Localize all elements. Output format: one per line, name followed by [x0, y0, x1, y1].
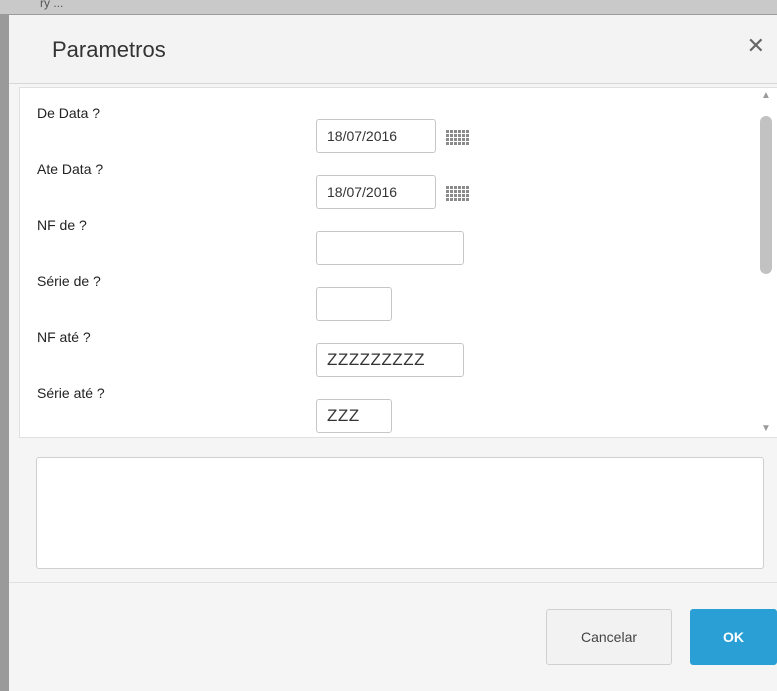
- field-label: De Data ?: [37, 105, 101, 121]
- field-label: NF até ?: [37, 329, 91, 345]
- background-app-strip: ry ...: [0, 0, 777, 14]
- field-label: Ate Data ?: [37, 161, 104, 177]
- help-text-area[interactable]: [36, 457, 764, 569]
- dialog-title: Parametros: [52, 37, 166, 62]
- form-row-serie-ate: Série até ? ZZZ: [20, 385, 755, 437]
- parameters-dialog: Parametros ✕ De Data ? 18/07/2016 Ate Da…: [9, 15, 777, 691]
- nf-ate-input[interactable]: ZZZZZZZZZ: [316, 343, 464, 377]
- parameters-form-panel: De Data ? 18/07/2016 Ate Data ? 18/07/20…: [19, 87, 777, 438]
- serie-ate-input[interactable]: ZZZ: [316, 399, 392, 433]
- ate-data-date-input[interactable]: 18/07/2016: [316, 175, 436, 209]
- field-label: Série até ?: [37, 385, 105, 401]
- cancel-button[interactable]: Cancelar: [546, 609, 672, 665]
- dialog-header: Parametros ✕: [9, 15, 777, 84]
- scrollbar-thumb[interactable]: [760, 116, 772, 274]
- background-app-text: ry ...: [40, 0, 64, 10]
- form-row-serie-de: Série de ?: [20, 273, 755, 329]
- serie-de-input[interactable]: [316, 287, 392, 321]
- field-label: NF de ?: [37, 217, 87, 233]
- parameters-form: De Data ? 18/07/2016 Ate Data ? 18/07/20…: [20, 88, 755, 437]
- form-row-de-data: De Data ? 18/07/2016: [20, 105, 755, 161]
- nf-de-input[interactable]: [316, 231, 464, 265]
- footer-divider: [9, 582, 777, 583]
- calendar-icon[interactable]: [446, 186, 470, 203]
- scroll-down-icon[interactable]: ▼: [755, 421, 777, 437]
- close-icon[interactable]: ✕: [747, 33, 765, 59]
- scroll-up-icon[interactable]: ▲: [755, 88, 777, 104]
- form-scrollbar[interactable]: ▲ ▼: [755, 88, 777, 437]
- form-row-nf-de: NF de ?: [20, 217, 755, 273]
- field-label: Série de ?: [37, 273, 101, 289]
- de-data-date-input[interactable]: 18/07/2016: [316, 119, 436, 153]
- ok-button[interactable]: OK: [690, 609, 777, 665]
- form-row-ate-data: Ate Data ? 18/07/2016: [20, 161, 755, 217]
- calendar-icon[interactable]: [446, 130, 470, 147]
- form-row-nf-ate: NF até ? ZZZZZZZZZ: [20, 329, 755, 385]
